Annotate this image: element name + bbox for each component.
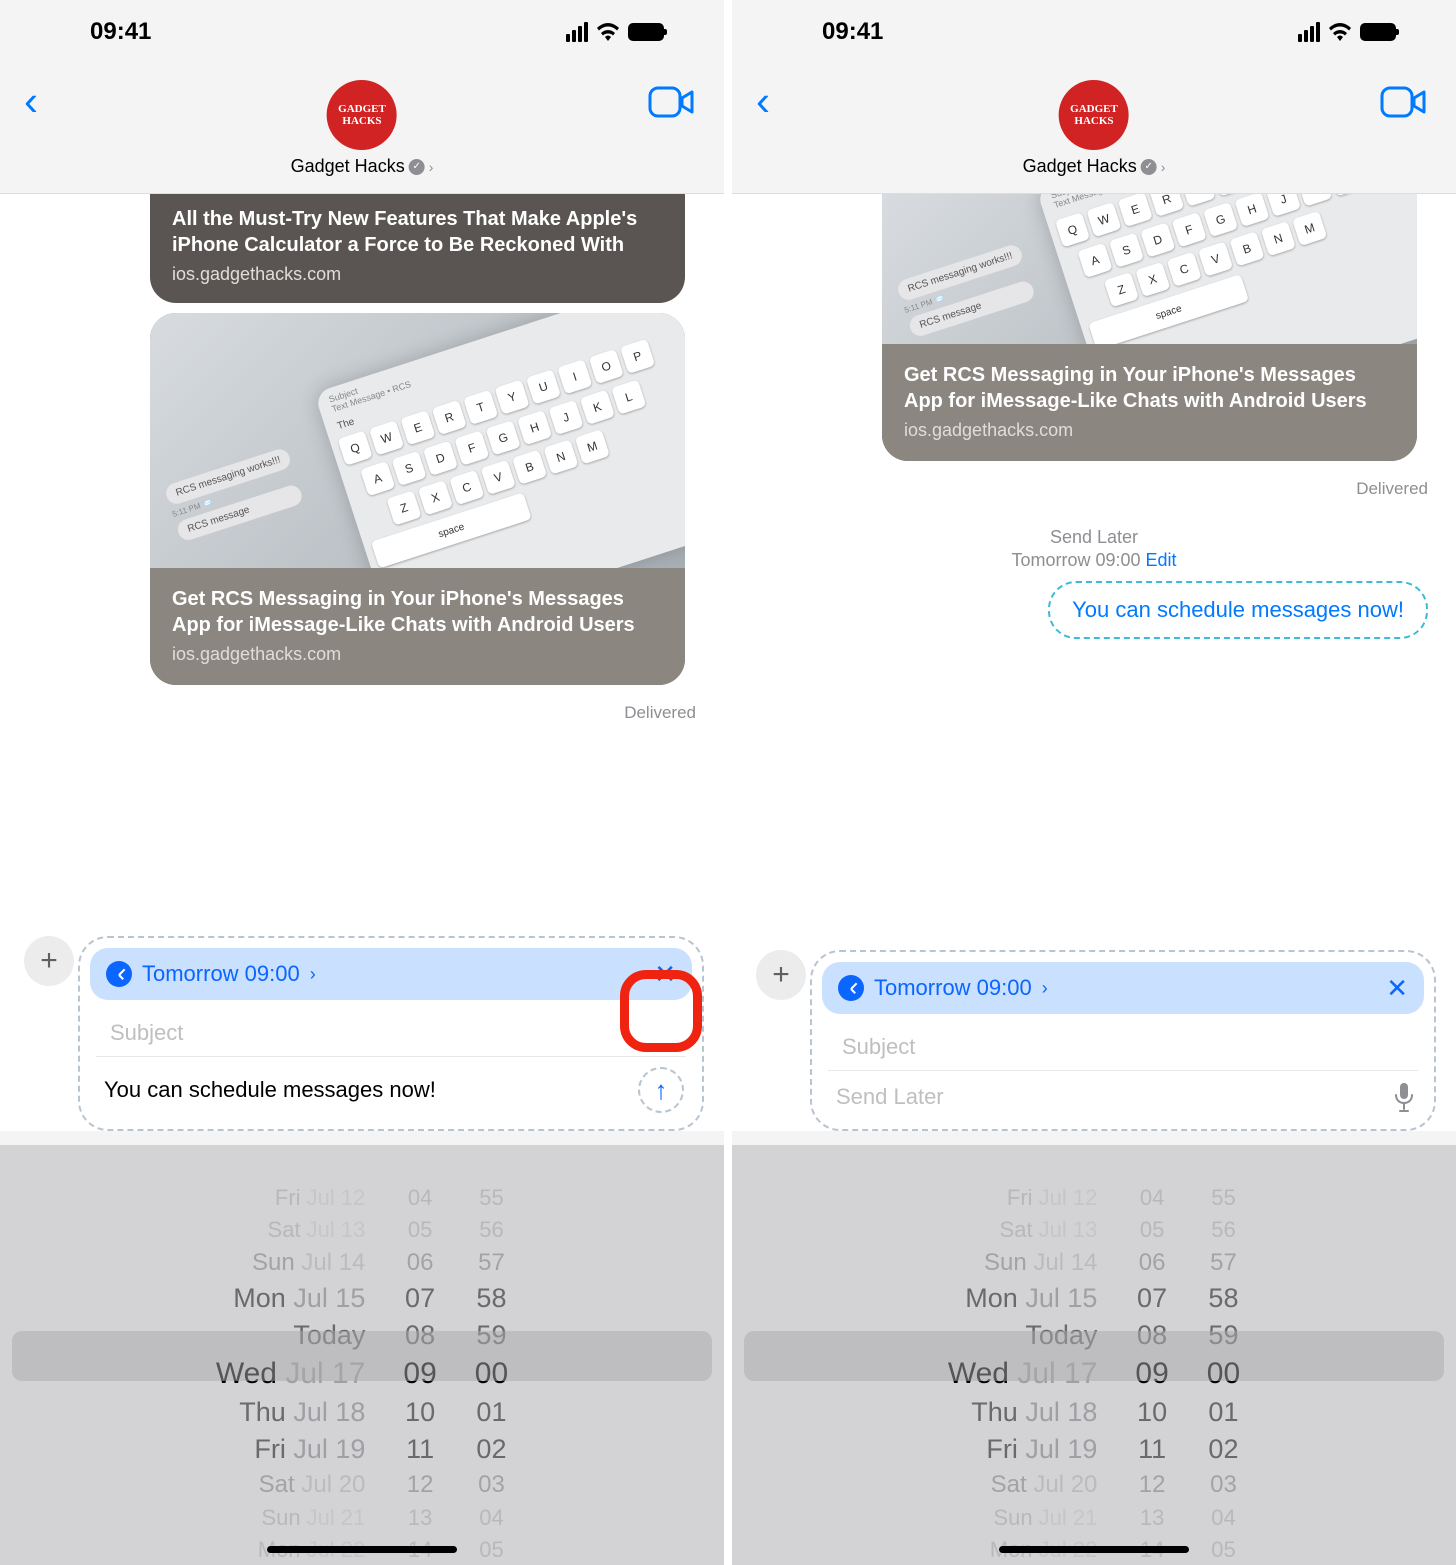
link-image: RCS messaging works!!! 5:11 PM 📨 RCS mes… (882, 194, 1417, 344)
chevron-right-icon: › (1042, 978, 1048, 999)
status-icons (1298, 22, 1396, 42)
link-domain: ios.gadgethacks.com (904, 420, 1395, 441)
clear-schedule-button[interactable]: ✕ (1386, 973, 1408, 1004)
link-title: Get RCS Messaging in Your iPhone's Messa… (172, 586, 663, 638)
dictation-button[interactable] (1392, 1081, 1416, 1113)
status-bar: 09:41 (0, 0, 724, 64)
subject-field[interactable]: Subject (96, 1006, 686, 1057)
nav-header: ‹ GADGETHACKS Gadget Hacks ✓ › (732, 64, 1456, 194)
chevron-right-icon: › (310, 964, 316, 985)
attachments-button[interactable]: + (756, 950, 806, 1000)
schedule-time: Tomorrow 09:00 (874, 975, 1032, 1001)
date-time-picker[interactable]: Fri Jul 12Sat Jul 13Sun Jul 14Mon Jul 15… (0, 1145, 724, 1565)
link-title: All the Must-Try New Features That Make … (172, 206, 663, 258)
link-title: Get RCS Messaging in Your iPhone's Messa… (904, 362, 1395, 414)
contact-info[interactable]: GADGETHACKS Gadget Hacks ✓ › (1023, 80, 1166, 177)
scheduled-message-bubble[interactable]: You can schedule messages now! (1048, 581, 1428, 639)
date-time-picker[interactable]: Fri Jul 12Sat Jul 13Sun Jul 14Mon Jul 15… (732, 1145, 1456, 1565)
compose-box: Tomorrow 09:00 › ✕ Subject Send Later (810, 950, 1436, 1131)
cellular-signal-icon (566, 22, 588, 42)
messages-area[interactable]: All the Must-Try New Features That Make … (0, 194, 724, 912)
delivered-status: Delivered (0, 695, 724, 723)
status-time: 09:41 (822, 18, 883, 46)
compose-box: Tomorrow 09:00 › ✕ Subject You can sched… (78, 936, 704, 1131)
picker-selection-bar (744, 1331, 1444, 1381)
highlight-annotation (620, 970, 702, 1052)
schedule-pill[interactable]: Tomorrow 09:00 › ✕ (822, 962, 1424, 1014)
chevron-right-icon: › (429, 159, 434, 175)
avatar: GADGETHACKS (1059, 80, 1129, 150)
link-preview-2[interactable]: RCS messaging works!!! 5:11 PM 📨 RCS mes… (150, 313, 685, 685)
link-domain: ios.gadgethacks.com (172, 644, 663, 665)
picker-selection-bar (12, 1331, 712, 1381)
link-preview-1[interactable]: All the Must-Try New Features That Make … (150, 194, 685, 303)
link-domain: ios.gadgethacks.com (172, 264, 663, 285)
back-button[interactable]: ‹ (756, 80, 770, 122)
edit-schedule-button[interactable]: Edit (1146, 550, 1177, 570)
status-time: 09:41 (90, 18, 151, 46)
verified-badge-icon: ✓ (1141, 159, 1157, 175)
phone-left: 09:41 ‹ GADGETHACKS Gadget Hacks ✓ › All… (0, 0, 724, 1565)
contact-info[interactable]: GADGETHACKS Gadget Hacks ✓ › (291, 80, 434, 177)
nav-header: ‹ GADGETHACKS Gadget Hacks ✓ › (0, 64, 724, 194)
chevron-right-icon: › (1161, 159, 1166, 175)
home-indicator[interactable] (267, 1546, 457, 1553)
compose-area: + Tomorrow 09:00 › ✕ Subject You can sch… (0, 912, 724, 1131)
message-input[interactable]: You can schedule messages now! (104, 1077, 628, 1103)
wifi-icon (596, 23, 620, 41)
battery-icon (628, 23, 664, 41)
facetime-button[interactable] (648, 84, 696, 125)
status-bar: 09:41 (732, 0, 1456, 64)
messages-area[interactable]: RCS messaging works!!! 5:11 PM 📨 RCS mes… (732, 194, 1456, 926)
avatar: GADGETHACKS (327, 80, 397, 150)
contact-name: Gadget Hacks (291, 156, 405, 177)
battery-icon (1360, 23, 1396, 41)
send-later-label: Send Later (732, 527, 1456, 548)
home-indicator[interactable] (999, 1546, 1189, 1553)
schedule-pill[interactable]: Tomorrow 09:00 › ✕ (90, 948, 692, 1000)
phone-right: 09:41 ‹ GADGETHACKS Gadget Hacks ✓ › RCS… (732, 0, 1456, 1565)
status-icons (566, 22, 664, 42)
link-image: RCS messaging works!!! 5:11 PM 📨 RCS mes… (150, 313, 685, 568)
subject-field[interactable]: Subject (828, 1020, 1418, 1071)
facetime-button[interactable] (1380, 84, 1428, 125)
scheduled-time-row: Tomorrow 09:00 Edit (732, 550, 1456, 571)
cellular-signal-icon (1298, 22, 1320, 42)
schedule-time: Tomorrow 09:00 (142, 961, 300, 987)
clock-icon (838, 975, 864, 1001)
clock-icon (106, 961, 132, 987)
contact-name: Gadget Hacks (1023, 156, 1137, 177)
back-button[interactable]: ‹ (24, 80, 38, 122)
wifi-icon (1328, 23, 1352, 41)
message-input[interactable]: Send Later (836, 1084, 1382, 1110)
compose-area: + Tomorrow 09:00 › ✕ Subject Send Later (732, 926, 1456, 1131)
attachments-button[interactable]: + (24, 936, 74, 986)
verified-badge-icon: ✓ (409, 159, 425, 175)
send-button[interactable]: ↑ (638, 1067, 684, 1113)
link-preview-2[interactable]: RCS messaging works!!! 5:11 PM 📨 RCS mes… (882, 194, 1417, 461)
delivered-status: Delivered (732, 471, 1456, 499)
